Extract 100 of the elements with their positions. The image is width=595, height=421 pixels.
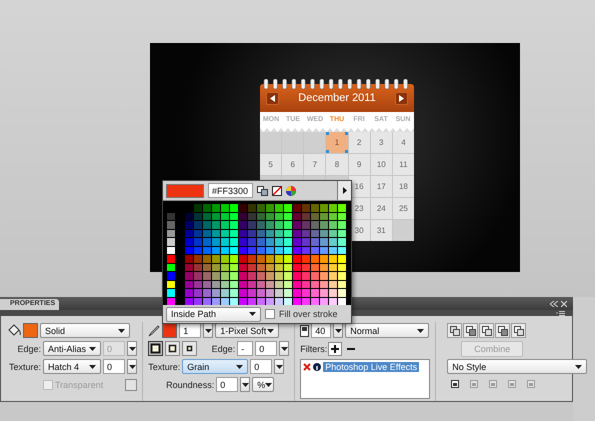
fill-color-swatch[interactable]: [23, 323, 38, 338]
options-button[interactable]: [337, 181, 351, 200]
right-triangle-icon: [342, 187, 346, 194]
left-arrow-icon: [270, 94, 275, 102]
day-cell[interactable]: 5: [260, 154, 282, 175]
color-swatch-grid[interactable]: [163, 201, 351, 305]
texture-preview-button[interactable]: [125, 378, 138, 390]
color-wheel-icon[interactable]: [286, 186, 296, 196]
input-field[interactable]: 0: [216, 377, 238, 392]
plus-icon: [331, 344, 340, 352]
day-cell[interactable]: 17: [370, 176, 392, 197]
stroke-color-swatch[interactable]: [162, 323, 178, 338]
close-icon[interactable]: [561, 300, 567, 306]
stroke-position-button[interactable]: [182, 341, 198, 356]
field-label: Texture:: [148, 362, 180, 372]
caret-icon: [265, 382, 272, 386]
day-cell[interactable]: 8: [326, 154, 348, 175]
blend-mode-dropdown[interactable]: Normal: [345, 323, 430, 338]
edge-dropdown[interactable]: Anti-Alias: [43, 341, 101, 356]
caret-icon: [575, 364, 582, 368]
previous-month-button[interactable]: [266, 92, 279, 104]
stepper-button[interactable]: [333, 323, 344, 338]
pencil-icon: [148, 324, 160, 336]
day-cell[interactable]: 4: [392, 132, 414, 153]
combine-path-button[interactable]: [463, 323, 478, 338]
texture-dropdown[interactable]: Hatch 4: [43, 359, 101, 374]
square-frame-icon: [167, 343, 178, 354]
input-field[interactable]: 0: [103, 359, 125, 374]
caret-icon: [89, 364, 96, 368]
day-cell[interactable]: 10: [370, 154, 392, 175]
day-cell[interactable]: 6: [282, 154, 304, 175]
input-field[interactable]: 0: [255, 341, 278, 356]
next-month-button[interactable]: [394, 92, 408, 104]
combine-path-button[interactable]: [495, 323, 510, 338]
caret-icon: [89, 346, 96, 350]
field-label: Texture:: [8, 362, 41, 372]
overlap-squares-icon: [482, 326, 492, 336]
field-label: Edge:: [16, 344, 41, 354]
input-field[interactable]: #FF3300: [208, 183, 253, 198]
caret-icon: [204, 328, 212, 332]
panel-menu-icon[interactable]: [556, 310, 565, 316]
checkbox-label: Transparent: [55, 380, 104, 390]
caret-icon: [128, 346, 136, 350]
caret-icon: [276, 364, 283, 368]
field-label: Filters:: [300, 344, 326, 354]
day-cell[interactable]: 18: [392, 176, 414, 197]
stepper-button[interactable]: [274, 359, 284, 374]
day-cell[interactable]: 1: [326, 132, 348, 153]
input-field[interactable]: 0: [250, 359, 272, 374]
right-arrow-icon: [398, 94, 404, 102]
stepper-button[interactable]: [240, 377, 250, 392]
caret-icon: [417, 328, 424, 332]
day-cell[interactable]: 2: [348, 132, 370, 153]
combine-path-button[interactable]: [479, 323, 494, 338]
stepper-button[interactable]: [279, 341, 290, 356]
stroke-position-button[interactable]: [148, 341, 164, 356]
month-title: December 2011: [298, 92, 376, 104]
combine-path-button[interactable]: [511, 323, 526, 338]
square-frame-icon: [184, 343, 196, 354]
day-cell[interactable]: 7: [304, 154, 326, 175]
collapse-icon[interactable]: [550, 300, 558, 306]
day-cell[interactable]: 9: [348, 154, 370, 175]
stroke-position-button[interactable]: [165, 341, 180, 356]
info-icon[interactable]: [313, 362, 322, 370]
fill-type-dropdown[interactable]: Solid: [40, 323, 130, 338]
fill-position-dropdown[interactable]: Inside Path: [166, 306, 261, 322]
checkbox[interactable]: [265, 309, 275, 319]
stepper-button[interactable]: [127, 341, 137, 356]
overlap-squares-icon: [498, 326, 508, 336]
paint-bucket-icon: [7, 324, 21, 337]
overlap-squares-icon: [450, 326, 460, 336]
input-field[interactable]: -: [237, 341, 254, 356]
caret-icon: [267, 328, 274, 332]
caret-icon: [118, 328, 125, 332]
texture-dropdown[interactable]: Grain: [182, 359, 248, 374]
unit-dropdown[interactable]: %: [252, 377, 274, 392]
day-cell[interactable]: 11: [392, 154, 414, 175]
combine-path-button[interactable]: [447, 323, 462, 338]
input-field[interactable]: 1: [179, 323, 202, 338]
day-cell[interactable]: 3: [370, 132, 392, 153]
no-color-icon[interactable]: [272, 186, 282, 196]
day-cell[interactable]: 24: [370, 198, 392, 219]
opacity-icon: [300, 324, 310, 336]
filter-list-item[interactable]: Photoshop Live Effects: [323, 362, 420, 372]
style-dropdown[interactable]: No Style: [447, 359, 588, 374]
field-label: Edge:: [210, 344, 236, 354]
checkbox-label: Fill over stroke: [279, 309, 338, 319]
stroke-type-dropdown[interactable]: 1-Pixel Soft: [215, 323, 280, 338]
caret-icon: [128, 364, 136, 368]
caret-icon: [236, 364, 244, 368]
day-cell[interactable]: 25: [392, 198, 414, 219]
delete-icon[interactable]: [303, 362, 312, 370]
field-label: Roundness:: [165, 380, 214, 390]
stepper-button[interactable]: [203, 323, 214, 338]
day-cell[interactable]: 31: [370, 220, 392, 241]
swap-colors-icon[interactable]: [257, 186, 268, 196]
stepper-button[interactable]: [127, 359, 137, 374]
add-filter-button[interactable]: [328, 342, 342, 356]
input-field[interactable]: 40: [311, 323, 332, 338]
caret-icon: [334, 328, 342, 332]
